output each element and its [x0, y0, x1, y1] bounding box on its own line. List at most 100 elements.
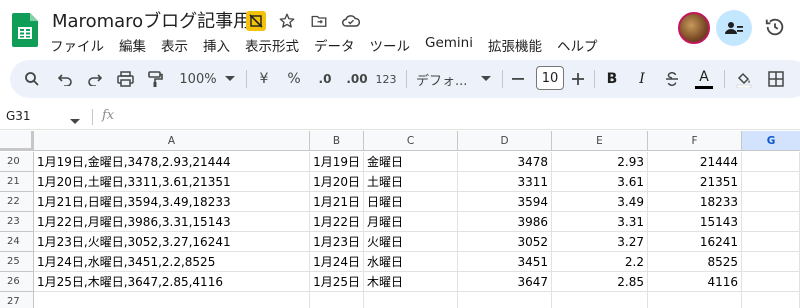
cell-f[interactable]: 15143 — [648, 212, 742, 232]
move-folder-icon[interactable] — [308, 10, 330, 32]
more-formats-button[interactable]: 123 — [374, 60, 398, 98]
print-icon[interactable] — [112, 60, 138, 98]
row-header[interactable]: 21 — [0, 172, 34, 192]
menu-format[interactable]: 表示形式 — [245, 35, 299, 55]
fill-color-icon[interactable] — [732, 60, 756, 98]
cell-d[interactable]: 3986 — [458, 212, 552, 232]
cell-g[interactable] — [742, 172, 800, 192]
cell-f[interactable]: 21444 — [648, 152, 742, 172]
cell-d[interactable]: 3478 — [458, 152, 552, 172]
cell-f[interactable]: 4116 — [648, 272, 742, 292]
cell-c[interactable]: 月曜日 — [364, 212, 458, 232]
column-header-b[interactable]: B — [310, 131, 364, 151]
cell-e[interactable]: 2.93 — [552, 152, 648, 172]
cell-c[interactable] — [364, 292, 458, 308]
cell-g[interactable] — [742, 292, 800, 308]
cell-e[interactable] — [552, 292, 648, 308]
cell-a[interactable]: 1月22日,月曜日,3986,3.31,15143 — [34, 212, 310, 232]
cell-b[interactable]: 1月19日 — [310, 152, 364, 172]
user-avatar[interactable] — [678, 12, 710, 44]
cell-d[interactable]: 3594 — [458, 192, 552, 212]
no-offline-icon[interactable] — [246, 11, 266, 31]
row-header[interactable]: 25 — [0, 252, 34, 272]
column-header-g[interactable]: G — [742, 131, 800, 151]
menu-tools[interactable]: ツール — [370, 35, 411, 55]
cell-b[interactable]: 1月20日 — [310, 172, 364, 192]
name-box[interactable]: G31 — [6, 109, 31, 123]
cell-a[interactable]: 1月19日,金曜日,3478,2.93,21444 — [34, 152, 310, 172]
document-title[interactable]: Maromaroブログ記事用 — [52, 7, 251, 33]
cell-e[interactable]: 3.49 — [552, 192, 648, 212]
cell-c[interactable]: 土曜日 — [364, 172, 458, 192]
menu-insert[interactable]: 挿入 — [203, 35, 230, 55]
menu-data[interactable]: データ — [314, 35, 355, 55]
search-icon[interactable] — [18, 60, 46, 98]
increase-font-size-icon[interactable] — [570, 60, 586, 98]
percent-button[interactable]: % — [284, 60, 304, 98]
text-color-button[interactable]: A — [692, 60, 716, 98]
increase-decimal-button[interactable]: .00 — [344, 60, 370, 98]
cell-g[interactable] — [742, 252, 800, 272]
cell-b[interactable]: 1月24日 — [310, 252, 364, 272]
menu-edit[interactable]: 編集 — [119, 35, 146, 55]
menu-file[interactable]: ファイル — [50, 35, 104, 55]
cell-e[interactable]: 2.2 — [552, 252, 648, 272]
strikethrough-icon[interactable] — [662, 60, 682, 98]
sheets-logo-icon[interactable] — [12, 13, 38, 47]
cell-b[interactable]: 1月22日 — [310, 212, 364, 232]
column-header-e[interactable]: E — [552, 131, 648, 151]
menu-extensions[interactable]: 拡張機能 — [488, 35, 542, 55]
cell-b[interactable]: 1月21日 — [310, 192, 364, 212]
borders-icon[interactable] — [764, 60, 788, 98]
column-header-c[interactable]: C — [364, 131, 458, 151]
cell-f[interactable]: 21351 — [648, 172, 742, 192]
font-chevron-down-icon[interactable] — [480, 60, 492, 98]
star-icon[interactable] — [276, 10, 298, 32]
cell-g[interactable] — [742, 192, 800, 212]
menu-view[interactable]: 表示 — [161, 35, 188, 55]
cell-d[interactable] — [458, 292, 552, 308]
select-all-corner[interactable] — [0, 131, 34, 151]
cell-c[interactable]: 金曜日 — [364, 152, 458, 172]
cell-a[interactable]: 1月23日,火曜日,3052,3.27,16241 — [34, 232, 310, 252]
history-icon[interactable] — [760, 12, 790, 42]
zoom-select[interactable]: 100% — [176, 60, 220, 98]
decrease-decimal-button[interactable]: .0 — [312, 60, 338, 98]
formula-input[interactable] — [130, 108, 790, 126]
row-header[interactable]: 26 — [0, 272, 34, 292]
paint-format-icon[interactable] — [142, 60, 168, 98]
row-header[interactable]: 20 — [0, 152, 34, 172]
cloud-saved-icon[interactable] — [340, 10, 362, 32]
undo-icon[interactable] — [52, 60, 78, 98]
cell-e[interactable]: 3.61 — [552, 172, 648, 192]
chevron-down-icon[interactable] — [222, 60, 238, 98]
font-size-input[interactable]: 10 — [536, 66, 564, 90]
row-header[interactable]: 22 — [0, 192, 34, 212]
column-header-f[interactable]: F — [648, 131, 742, 151]
cell-c[interactable]: 火曜日 — [364, 232, 458, 252]
redo-icon[interactable] — [82, 60, 108, 98]
cell-e[interactable]: 2.85 — [552, 272, 648, 292]
font-select[interactable]: デフォ... — [416, 60, 476, 98]
cell-e[interactable]: 3.27 — [552, 232, 648, 252]
cell-a[interactable]: 1月21日,日曜日,3594,3.49,18233 — [34, 192, 310, 212]
cell-g[interactable] — [742, 212, 800, 232]
cell-g[interactable] — [742, 272, 800, 292]
cell-a[interactable]: 1月20日,土曜日,3311,3.61,21351 — [34, 172, 310, 192]
currency-button[interactable]: ¥ — [254, 60, 274, 98]
row-header[interactable]: 23 — [0, 212, 34, 232]
cell-g[interactable] — [742, 152, 800, 172]
cell-f[interactable]: 18233 — [648, 192, 742, 212]
row-header[interactable]: 24 — [0, 232, 34, 252]
cell-a[interactable] — [34, 292, 310, 308]
column-header-d[interactable]: D — [458, 131, 552, 151]
cell-f[interactable]: 16241 — [648, 232, 742, 252]
column-header-a[interactable]: A — [34, 131, 310, 151]
cell-d[interactable]: 3647 — [458, 272, 552, 292]
cell-g[interactable] — [742, 232, 800, 252]
cell-b[interactable]: 1月25日 — [310, 272, 364, 292]
menu-help[interactable]: ヘルプ — [557, 35, 598, 55]
cell-c[interactable]: 日曜日 — [364, 192, 458, 212]
cell-f[interactable]: 8525 — [648, 252, 742, 272]
cell-d[interactable]: 3451 — [458, 252, 552, 272]
